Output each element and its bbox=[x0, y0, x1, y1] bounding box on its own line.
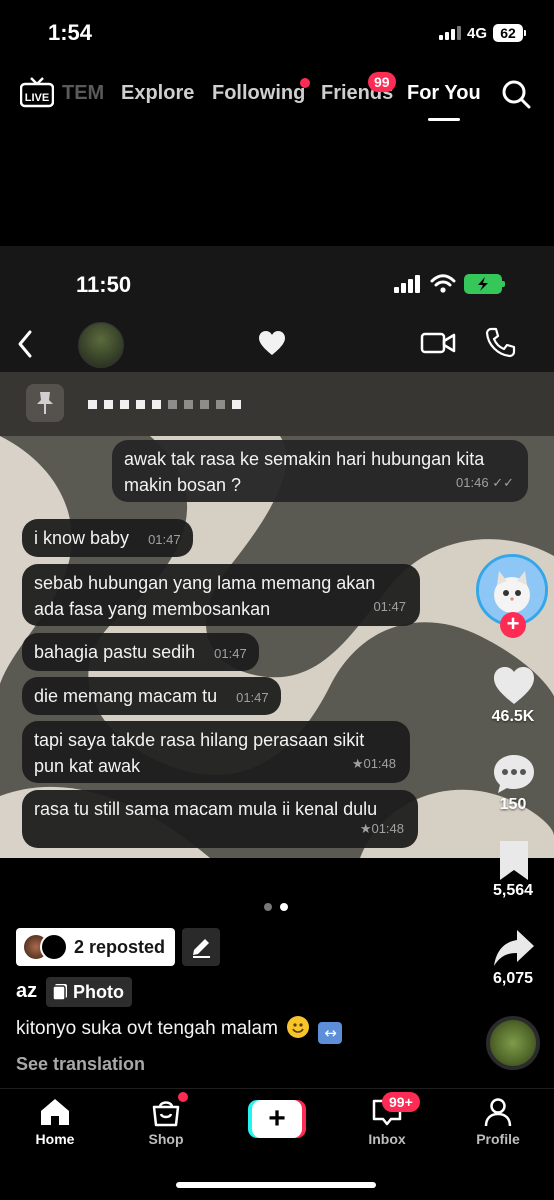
screenshot-status-bar: 11:50 bbox=[0, 246, 554, 318]
carousel-dot bbox=[264, 903, 272, 911]
network-type: 4G bbox=[466, 24, 487, 42]
phone-call-icon[interactable] bbox=[484, 326, 516, 358]
profile-icon bbox=[484, 1098, 512, 1127]
search-icon[interactable] bbox=[500, 78, 532, 110]
message-time: 01:46 ✓✓ bbox=[456, 475, 514, 490]
message-time: 01:47 bbox=[148, 532, 181, 547]
photo-label: Photo bbox=[73, 981, 124, 1002]
message-received: rasa tu still sama macam mula ii kenal d… bbox=[22, 790, 418, 848]
like-heart-icon[interactable] bbox=[492, 664, 536, 708]
home-indicator bbox=[176, 1182, 376, 1188]
battery-level: 62 bbox=[493, 24, 523, 42]
message-text: die memang macam tu bbox=[34, 686, 218, 706]
wifi-icon bbox=[430, 274, 456, 293]
repost-avatars bbox=[22, 933, 68, 961]
message-received: sebab hubungan yang lama memang akan ada… bbox=[22, 564, 420, 626]
shop-bag-icon bbox=[152, 1101, 180, 1127]
inbox-badge: 99+ bbox=[382, 1092, 420, 1112]
message-time: ★01:48 bbox=[351, 756, 396, 771]
message-text: awak tak rasa ke semakin hari hubungan k… bbox=[124, 449, 485, 495]
post-photo[interactable]: 11:50 awak tak rasa ke semakin hari hubu… bbox=[0, 246, 554, 858]
message-text: rasa tu still sama macam mula ii kenal d… bbox=[34, 799, 378, 819]
pinned-message-redacted bbox=[88, 400, 241, 409]
contact-avatar[interactable] bbox=[78, 322, 124, 368]
heart-icon[interactable] bbox=[258, 330, 286, 358]
tab-following[interactable]: Following bbox=[212, 82, 305, 105]
message-received: i know baby 01:47 bbox=[22, 519, 193, 557]
photo-mode-chip: Photo bbox=[46, 977, 132, 1007]
comment-count: 150 bbox=[499, 796, 527, 813]
message-text: sebab hubungan yang lama memang akan ada… bbox=[34, 573, 376, 619]
follow-plus-button[interactable]: + bbox=[500, 612, 526, 638]
status-bar: 1:54 4G 62 bbox=[0, 0, 554, 64]
screenshot-indicators bbox=[394, 274, 505, 294]
shop-notification-dot bbox=[178, 1092, 188, 1102]
tab-label: Profile bbox=[476, 1131, 520, 1147]
video-call-icon[interactable] bbox=[420, 328, 456, 358]
message-sent: awak tak rasa ke semakin hari hubungan k… bbox=[112, 440, 528, 502]
message-time: ★01:48 bbox=[359, 821, 404, 836]
like-count: 46.5K bbox=[491, 708, 535, 725]
edit-repost-button[interactable] bbox=[182, 928, 220, 966]
repost-chip[interactable]: 2 reposted bbox=[16, 928, 176, 966]
tab-home[interactable]: Home bbox=[15, 1097, 95, 1147]
left-right-arrow-icon: ↔ bbox=[318, 1022, 343, 1044]
status-time: 1:54 bbox=[48, 20, 93, 45]
tab-explore[interactable]: Explore bbox=[121, 82, 194, 105]
message-received: die memang macam tu 01:47 bbox=[22, 677, 281, 715]
pinned-message-bar[interactable] bbox=[0, 372, 554, 436]
active-tab-indicator bbox=[428, 118, 460, 121]
following-notification-dot bbox=[300, 78, 310, 88]
tab-tem[interactable]: TEM bbox=[62, 82, 104, 105]
create-plus-icon: + bbox=[252, 1100, 302, 1138]
screenshot-signal-icon bbox=[394, 275, 420, 293]
creator-username[interactable]: az bbox=[16, 980, 37, 1003]
screenshot-time: 11:50 bbox=[76, 272, 132, 297]
message-text: tapi saya takde rasa hilang perasaan sik… bbox=[34, 730, 365, 776]
message-time: 01:47 bbox=[373, 599, 406, 614]
caption-text: kitonyo suka ovt tengah malam bbox=[16, 1018, 278, 1039]
tab-label: Home bbox=[35, 1131, 75, 1147]
chat-header bbox=[0, 318, 554, 372]
tab-label: Shop bbox=[148, 1131, 184, 1147]
message-time: 01:47 bbox=[214, 646, 247, 661]
svg-text:LIVE: LIVE bbox=[25, 92, 49, 104]
friends-badge: 99 bbox=[368, 72, 396, 92]
carousel-dot-active bbox=[280, 903, 288, 911]
see-translation-link[interactable]: See translation bbox=[16, 1054, 145, 1075]
save-count: 5,564 bbox=[492, 882, 534, 899]
share-count: 6,075 bbox=[492, 970, 534, 987]
photo-icon bbox=[52, 984, 67, 1001]
carousel-indicator bbox=[264, 903, 288, 911]
tab-label: Inbox bbox=[368, 1131, 406, 1147]
message-text: bahagia pastu sedih bbox=[34, 642, 196, 662]
message-text: i know baby bbox=[34, 528, 130, 548]
tab-shop[interactable]: Shop bbox=[126, 1097, 206, 1147]
back-arrow-icon[interactable] bbox=[14, 328, 36, 360]
share-arrow-icon[interactable] bbox=[492, 926, 536, 970]
repost-label: 2 reposted bbox=[74, 936, 166, 957]
message-received: bahagia pastu sedih 01:47 bbox=[22, 633, 259, 671]
signal-icon bbox=[438, 26, 461, 40]
home-icon bbox=[41, 1099, 69, 1125]
screenshot-battery-icon bbox=[464, 274, 505, 294]
pencil-icon bbox=[193, 939, 210, 958]
message-time: 01:47 bbox=[236, 690, 269, 705]
tab-profile[interactable]: Profile bbox=[458, 1097, 538, 1147]
status-indicators: 4G 62 bbox=[438, 24, 526, 42]
tab-for-you[interactable]: For You bbox=[407, 82, 481, 105]
post-caption: kitonyo suka ovt tengah malam ↔ bbox=[16, 1016, 343, 1044]
bookmark-icon[interactable] bbox=[492, 838, 536, 882]
live-icon[interactable]: LIVE bbox=[20, 76, 54, 110]
smiling-face-icon bbox=[287, 1016, 310, 1038]
create-button[interactable]: + bbox=[248, 1100, 306, 1138]
pin-icon bbox=[26, 384, 64, 422]
music-disc-icon[interactable] bbox=[486, 1016, 540, 1070]
message-received: tapi saya takde rasa hilang perasaan sik… bbox=[22, 721, 410, 783]
battery-icon: 62 bbox=[493, 24, 526, 42]
comment-icon[interactable] bbox=[492, 752, 536, 796]
